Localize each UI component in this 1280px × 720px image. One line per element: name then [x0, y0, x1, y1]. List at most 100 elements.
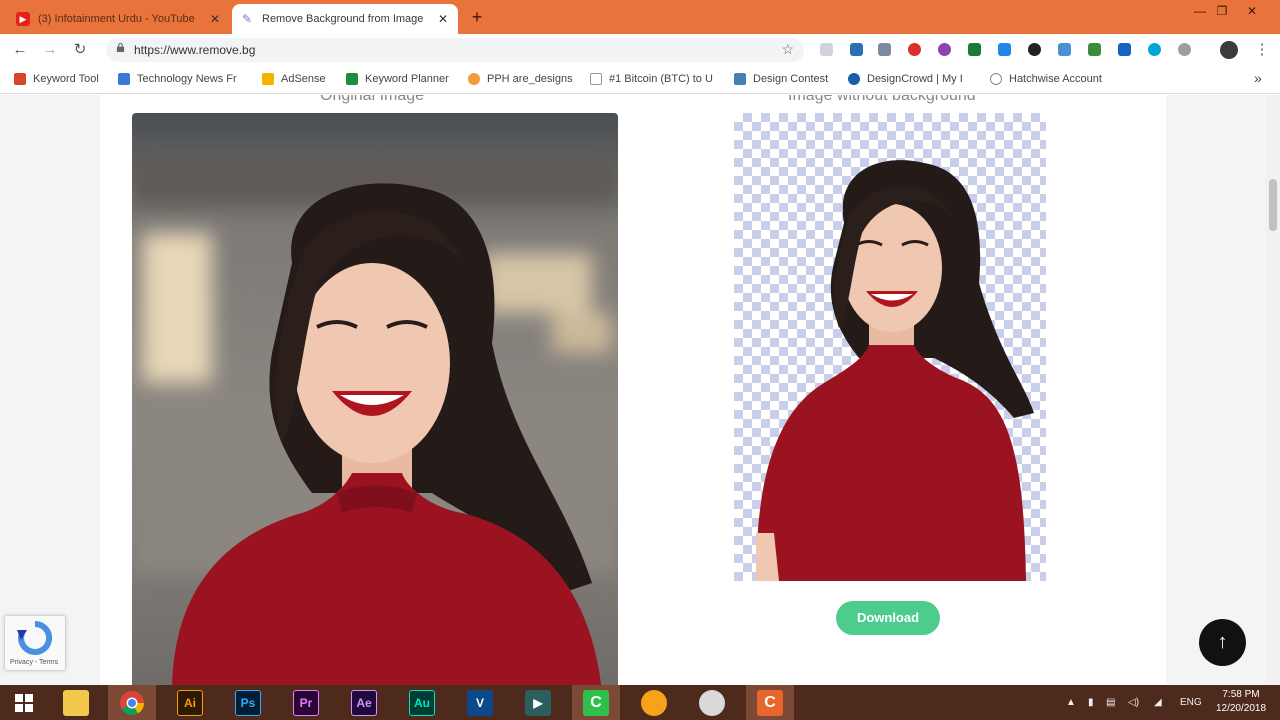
restore-button[interactable]: ❐ [1208, 0, 1236, 22]
chrome-icon [120, 690, 144, 715]
extension-icon[interactable] [938, 43, 951, 56]
shield-icon[interactable] [820, 43, 833, 56]
taskbar-vegas[interactable]: V [456, 685, 504, 720]
browser-toolbar: ← → ↻ https://www.remove.bg ☆ ⋮ [0, 34, 1280, 66]
premiere-icon: Pr [293, 689, 319, 716]
headphones-icon [641, 689, 667, 716]
close-tab-icon[interactable]: ✕ [208, 12, 222, 26]
photoshop-icon: Ps [235, 689, 261, 716]
extension-icon[interactable] [1148, 43, 1161, 56]
taskbar-audition[interactable]: Au [398, 685, 446, 720]
reload-button[interactable]: ↻ [70, 40, 90, 60]
adsense-icon [262, 73, 274, 85]
bookmark-icon [14, 73, 26, 85]
bookmark-icon [848, 73, 860, 85]
taskbar: Ai Ps Pr Ae Au V ▶ C C ▲ ▮ ▤ ◁) ◢ ENG 7:… [0, 685, 1280, 720]
scrollbar-thumb[interactable] [1269, 179, 1277, 231]
taskbar-after-effects[interactable]: Ae [340, 685, 388, 720]
taskbar-photoshop[interactable]: Ps [224, 685, 272, 720]
vegas-icon: V [467, 689, 493, 716]
extension-icon[interactable] [878, 43, 891, 56]
taskbar-clock[interactable]: 7:58 PM 12/20/2018 [1206, 688, 1276, 716]
extension-icon[interactable] [850, 43, 863, 56]
extension-icon[interactable] [1118, 43, 1131, 56]
download-button[interactable]: Download [836, 601, 940, 635]
tray-overflow-icon[interactable]: ▲ [1066, 685, 1076, 720]
original-image [132, 113, 618, 685]
bookmark-item[interactable]: DesignCrowd | My I [848, 73, 963, 85]
taskbar-camtasia[interactable]: C [572, 685, 620, 720]
recaptcha-badge[interactable]: Privacy - Terms [4, 615, 66, 671]
stop-icon[interactable] [908, 43, 921, 56]
recaptcha-icon [17, 620, 53, 655]
taskbar-headphones-app[interactable] [630, 685, 678, 720]
lock-icon [116, 43, 125, 52]
clock-time: 7:58 PM [1222, 689, 1260, 700]
tab-title: (3) Infotainment Urdu - YouTube [38, 13, 195, 25]
bookmark-star-icon[interactable]: ☆ [781, 41, 794, 58]
wifi-icon[interactable]: ◢ [1154, 685, 1162, 720]
result-card: Original Image Image without background [100, 95, 1166, 685]
bookmark-icon [990, 73, 1002, 85]
language-indicator[interactable]: ENG [1180, 685, 1202, 720]
bookmark-item[interactable]: Keyword Planner [346, 73, 449, 85]
taskbar-chrome[interactable] [108, 685, 156, 720]
bookmark-icon [468, 73, 480, 85]
camtasia-recorder-icon: C [757, 689, 783, 716]
network-icon[interactable]: ▤ [1106, 685, 1115, 720]
taskbar-tool-app[interactable]: ▶ [514, 685, 562, 720]
bookmark-item[interactable]: Design Contest [734, 73, 828, 85]
extension-icon[interactable] [998, 43, 1011, 56]
extension-icon[interactable] [968, 43, 981, 56]
extension-icon[interactable] [1028, 43, 1041, 56]
camtasia-icon: C [583, 689, 609, 716]
page-viewport: Original Image Image without background [0, 95, 1280, 685]
taskbar-illustrator[interactable]: Ai [166, 685, 214, 720]
page-scrollbar[interactable] [1266, 95, 1280, 685]
nobg-caption: Image without background [788, 95, 976, 104]
forward-button[interactable]: → [40, 40, 60, 60]
tab-youtube[interactable]: ▶ (3) Infotainment Urdu - YouTube ✕ [8, 4, 230, 34]
bookmarks-overflow-button[interactable]: » [1254, 70, 1262, 86]
url-text: https://www.remove.bg [134, 43, 256, 57]
app-icon [699, 689, 725, 716]
bookmark-item[interactable]: AdSense [262, 73, 326, 85]
bookmark-item[interactable]: Hatchwise Account [990, 73, 1102, 85]
after-effects-icon: Ae [351, 689, 377, 716]
clock-date: 12/20/2018 [1215, 703, 1267, 714]
volume-icon[interactable]: ◁) [1128, 685, 1139, 720]
close-window-button[interactable]: ✕ [1238, 0, 1266, 22]
menu-icon[interactable]: ⋮ [1252, 40, 1272, 60]
battery-icon[interactable]: ▮ [1088, 685, 1094, 720]
cutout-photo [756, 160, 1034, 581]
tab-strip: ▶ (3) Infotainment Urdu - YouTube ✕ ✎ Re… [0, 0, 1280, 34]
original-caption: Original Image [320, 95, 425, 104]
bookmark-item[interactable]: #1 Bitcoin (BTC) to U [590, 73, 713, 85]
back-button[interactable]: ← [10, 40, 30, 60]
bookmark-item[interactable]: Keyword Tool [14, 73, 99, 85]
youtube-icon: ▶ [16, 12, 30, 26]
taskbar-premiere[interactable]: Pr [282, 685, 330, 720]
bookmark-item[interactable]: Technology News Fr [118, 73, 237, 85]
close-tab-icon[interactable]: ✕ [436, 12, 450, 26]
scroll-to-top-button[interactable]: ↑ [1199, 619, 1246, 666]
extension-icon[interactable] [1058, 43, 1071, 56]
bookmark-item[interactable]: PPH are_designs [468, 73, 573, 85]
folder-icon [63, 689, 89, 716]
keyword-planner-icon [346, 73, 358, 85]
tab-remove-bg[interactable]: ✎ Remove Background from Image ✕ [232, 4, 458, 34]
extension-icon[interactable] [1088, 43, 1101, 56]
history-icon[interactable] [1178, 43, 1191, 56]
illustrator-icon: Ai [177, 689, 203, 716]
audition-icon: Au [409, 689, 435, 716]
address-bar[interactable]: https://www.remove.bg ☆ [106, 38, 804, 62]
bookmarks-bar: Keyword Tool Technology News Fr AdSense … [0, 66, 1280, 94]
start-button[interactable] [0, 685, 48, 720]
page-icon [590, 73, 602, 85]
taskbar-camtasia-recorder[interactable]: C [746, 685, 794, 720]
avatar[interactable] [1220, 41, 1238, 59]
taskbar-misc-app[interactable] [688, 685, 736, 720]
new-tab-button[interactable]: + [466, 6, 488, 28]
taskbar-file-explorer[interactable] [52, 685, 100, 720]
bookmark-icon [118, 73, 130, 85]
